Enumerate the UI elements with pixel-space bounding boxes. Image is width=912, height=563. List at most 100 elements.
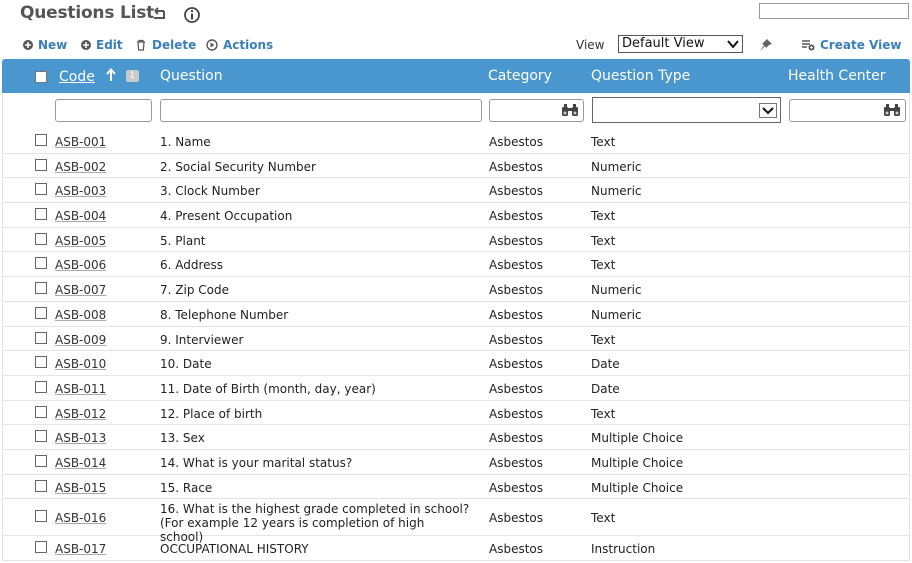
health-center-filter-input[interactable] [789,99,906,122]
row-checkbox[interactable] [35,134,47,146]
row-checkbox[interactable] [35,405,47,418]
new-label: New [38,38,68,52]
table-row[interactable]: ASB-002 2. Social Security Number Asbest… [3,154,909,179]
create-view-icon [802,40,815,51]
global-search-input[interactable] [759,3,909,19]
column-header-question-type[interactable]: Question Type [591,68,690,84]
table-row[interactable]: ASB-008 8. Telephone Number Asbestos Num… [3,302,909,327]
table-row[interactable]: ASB-011 11. Date of Birth (month, day, y… [3,376,909,401]
binoculars-icon[interactable] [883,103,901,120]
edit-label: Edit [96,38,123,52]
create-view-button[interactable]: Create View [801,37,901,53]
row-checkbox[interactable] [35,282,47,295]
table-row[interactable]: ASB-001 1. Name Asbestos Text [3,129,909,154]
table-row[interactable]: ASB-005 5. Plant Asbestos Text [3,228,909,253]
table-row[interactable]: ASB-009 9. Interviewer Asbestos Text [3,327,909,352]
edit-button[interactable]: Edit [81,37,123,53]
row-checkbox[interactable] [35,232,47,245]
plus-circle-icon [23,40,33,50]
view-select[interactable]: Default View [618,35,743,53]
row-checkbox[interactable] [35,510,47,523]
chevron-down-icon [759,103,777,118]
row-question: 2. Social Security Number [160,159,316,174]
table-row[interactable]: ASB-013 13. Sex Asbestos Multiple Choice [3,425,909,450]
row-code-link[interactable]: ASB-012 [55,407,106,421]
row-checkbox[interactable] [35,208,47,221]
row-checkbox[interactable] [35,306,47,319]
row-question: 11. Date of Birth (month, day, year) [160,381,376,396]
row-question: 14. What is your marital status? [160,455,353,470]
row-code-link[interactable]: ASB-001 [55,135,106,149]
row-checkbox[interactable] [35,331,47,344]
row-category: Asbestos [489,406,544,421]
table-row[interactable]: ASB-012 12. Place of birth Asbestos Text [3,401,909,426]
column-header-category[interactable]: Category [488,68,552,84]
table-row[interactable]: ASB-016 16. What is the highest grade co… [3,499,909,544]
new-button[interactable]: New [23,37,67,53]
row-code-link[interactable]: ASB-003 [55,184,106,198]
row-question-type: Multiple Choice [591,455,684,470]
row-category: Asbestos [489,381,544,396]
chevron-down-icon [725,37,741,51]
table-row[interactable]: ASB-017 OCCUPATIONAL HISTORY Asbestos In… [3,536,909,561]
column-header-health-center[interactable]: Health Center [788,68,886,84]
row-code-link[interactable]: ASB-009 [55,333,106,347]
row-code-link[interactable]: ASB-011 [55,382,106,396]
play-circle-icon [206,39,218,51]
row-code-link[interactable]: ASB-014 [55,456,106,470]
table-row[interactable]: ASB-006 6. Address Asbestos Text [3,252,909,278]
row-category: Asbestos [489,135,544,149]
row-question-type: Numeric [591,307,642,322]
row-code-link[interactable]: ASB-015 [55,481,106,495]
code-filter-input[interactable] [55,99,152,122]
return-icon[interactable] [150,6,168,24]
row-code-link[interactable]: ASB-006 [55,258,106,272]
row-checkbox[interactable] [35,430,47,443]
table-row[interactable]: ASB-014 14. What is your marital status?… [3,450,909,475]
delete-button[interactable]: Delete [135,37,196,53]
row-checkbox[interactable] [35,158,47,171]
row-code-link[interactable]: ASB-017 [55,542,106,556]
category-filter-input[interactable] [489,99,584,122]
select-all-checkbox[interactable] [35,71,47,83]
table-row[interactable]: ASB-010 10. Date Asbestos Date [3,351,909,376]
row-question: 4. Present Occupation [160,209,293,224]
column-header-code[interactable]: Code 1 [59,67,139,85]
row-checkbox[interactable] [35,479,47,492]
row-question: 10. Date [160,357,212,372]
table-row[interactable]: ASB-004 4. Present Occupation Asbestos T… [3,203,909,228]
row-checkbox[interactable] [35,356,47,369]
row-checkbox[interactable] [35,183,47,196]
row-question-type: Numeric [591,283,642,298]
row-checkbox[interactable] [35,454,47,467]
table-row[interactable]: ASB-007 7. Zip Code Asbestos Numeric [3,277,909,302]
table-row[interactable]: ASB-015 15. Race Asbestos Multiple Choic… [3,475,909,500]
sort-ascending-icon [99,67,121,85]
column-header-question[interactable]: Question [160,68,223,84]
row-category: Asbestos [489,332,544,347]
pin-icon[interactable] [757,37,775,56]
row-code-link[interactable]: ASB-004 [55,209,106,223]
row-checkbox[interactable] [35,380,47,393]
row-checkbox[interactable] [35,541,47,554]
row-code-link[interactable]: ASB-002 [55,160,106,174]
info-icon[interactable] [183,6,201,24]
row-checkbox[interactable] [35,257,47,270]
row-code-link[interactable]: ASB-010 [55,357,106,371]
question-filter-input[interactable] [160,99,482,122]
row-category: Asbestos [489,307,544,322]
row-code-link[interactable]: ASB-005 [55,234,106,248]
question-type-filter-select[interactable] [592,97,781,123]
row-code-link[interactable]: ASB-008 [55,308,106,322]
table-row[interactable]: ASB-003 3. Clock Number Asbestos Numeric [3,178,909,204]
binoculars-icon[interactable] [561,103,579,120]
actions-button[interactable]: Actions [206,37,273,53]
row-question-type: Text [591,332,616,347]
row-code-link[interactable]: ASB-013 [55,431,106,445]
row-question: 12. Place of birth [160,406,263,421]
actions-label: Actions [223,38,274,52]
row-category: Asbestos [489,159,544,174]
row-category: Asbestos [489,209,544,224]
row-code-link[interactable]: ASB-016 [55,511,106,525]
row-code-link[interactable]: ASB-007 [55,283,106,297]
